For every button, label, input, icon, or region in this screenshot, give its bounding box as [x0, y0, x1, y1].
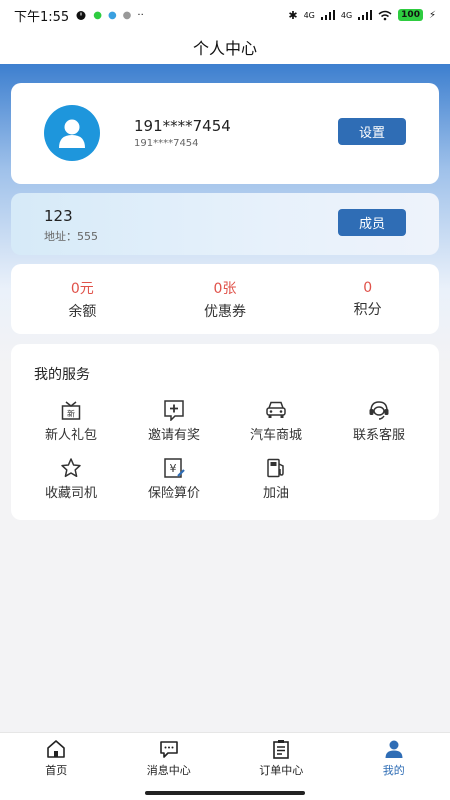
profile-card: 191****7454 191****7454 设置	[11, 83, 439, 184]
stat-balance[interactable]: 0元 余额	[11, 264, 154, 334]
svg-text:新: 新	[67, 409, 75, 419]
tab-home-label: 首页	[45, 764, 68, 777]
stat-coupons-label: 优惠券	[204, 303, 246, 320]
invite-icon	[164, 400, 184, 421]
wifi-icon	[378, 10, 392, 20]
service-label: 加油	[262, 486, 289, 501]
service-insurance-quote[interactable]: ¥ 保险算价	[124, 457, 224, 501]
app-notif-icon-2: ●	[122, 9, 132, 21]
services-title: 我的服务	[34, 367, 90, 383]
service-new-user-gift[interactable]: 新 新人礼包	[21, 399, 121, 443]
service-invite[interactable]: 邀请有奖	[124, 399, 224, 443]
services-card: 我的服务 新 新人礼包 邀请有奖 汽车商城 联系客服 收藏司机 ¥ 保险算价 加…	[11, 344, 439, 520]
home-indicator[interactable]	[145, 791, 305, 795]
more-notif-icon: ··	[137, 9, 144, 21]
headset-icon	[369, 401, 389, 420]
page-title: 个人中心	[192, 39, 257, 58]
fuel-icon	[267, 458, 284, 478]
order-icon	[273, 740, 290, 759]
service-label: 新人礼包	[44, 428, 97, 443]
tab-messages[interactable]: 消息中心	[113, 733, 226, 800]
settings-button[interactable]: 设置	[338, 118, 406, 145]
bluetooth-icon: ✱	[288, 8, 298, 22]
service-label: 联系客服	[352, 428, 405, 443]
profile-phone-sub: 191****7454	[134, 138, 199, 149]
signal-icon-2	[358, 10, 373, 20]
app-notif-icon: ●	[107, 9, 117, 21]
wechat-notif-icon: ●	[93, 9, 102, 21]
signal-icon	[320, 10, 335, 20]
stat-points-value: 0	[363, 279, 373, 296]
stat-balance-label: 余额	[68, 303, 97, 320]
member-name: 123	[44, 207, 73, 225]
service-car-mall[interactable]: 汽车商城	[226, 399, 326, 443]
stats-card: 0元 余额 0张 优惠券 0 积分	[11, 264, 439, 334]
member-card: 123 地址：555 成员	[11, 193, 439, 255]
message-icon	[159, 741, 178, 758]
status-bar: 下午1:55 ● ● ● ·· ✱ 4G 4G 100 ⚡	[0, 0, 450, 30]
service-label: 收藏司机	[44, 486, 97, 501]
insurance-icon: ¥	[164, 458, 185, 478]
svg-text:¥: ¥	[170, 462, 177, 475]
bottom-tab-bar: 首页 消息中心 订单中心 我的	[0, 732, 450, 800]
network-label-1: 4G	[303, 10, 315, 20]
gift-icon: 新	[61, 401, 81, 420]
tab-messages-label: 消息中心	[146, 764, 191, 777]
user-icon	[385, 740, 403, 758]
title-bar: 个人中心	[0, 30, 450, 64]
service-label: 邀请有奖	[147, 428, 200, 443]
tab-home[interactable]: 首页	[0, 733, 113, 800]
stat-coupons-value: 0张	[213, 280, 237, 297]
stat-coupons[interactable]: 0张 优惠券	[154, 264, 297, 334]
status-right: ✱ 4G 4G 100 ⚡	[288, 9, 436, 22]
user-avatar-icon	[59, 119, 85, 148]
stat-balance-value: 0元	[70, 280, 94, 297]
service-fuel[interactable]: 加油	[226, 457, 326, 501]
status-left: 下午1:55 ● ● ● ··	[14, 6, 144, 25]
service-customer-support[interactable]: 联系客服	[329, 399, 429, 443]
star-icon	[61, 458, 81, 478]
car-icon	[266, 401, 286, 418]
service-favorite-drivers[interactable]: 收藏司机	[21, 457, 121, 501]
tab-orders[interactable]: 订单中心	[225, 733, 338, 800]
avatar[interactable]	[44, 105, 100, 161]
tab-mine-label: 我的	[382, 764, 405, 777]
member-address: 地址：555	[44, 230, 98, 243]
alarm-icon	[76, 11, 86, 20]
network-label-2: 4G	[340, 10, 353, 20]
profile-phone: 191****7454	[134, 117, 231, 135]
tab-mine[interactable]: 我的	[338, 733, 450, 800]
stat-points-label: 积分	[353, 301, 382, 318]
battery-icon: 100	[398, 9, 423, 21]
stat-points[interactable]: 0 积分	[296, 264, 439, 334]
tab-orders-label: 订单中心	[259, 764, 304, 777]
service-label: 保险算价	[147, 486, 200, 501]
status-time: 下午1:55	[14, 9, 70, 25]
service-label: 汽车商城	[249, 428, 302, 443]
charging-icon: ⚡	[428, 9, 436, 21]
member-button[interactable]: 成员	[338, 209, 406, 236]
home-icon	[47, 740, 66, 758]
